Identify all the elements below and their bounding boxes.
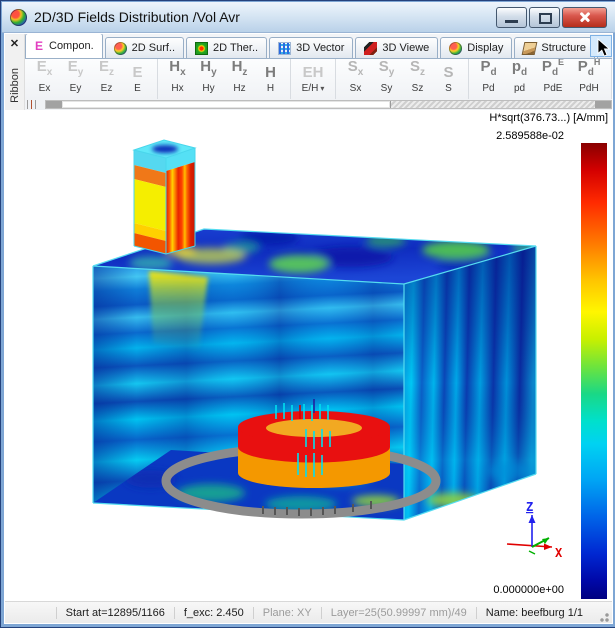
button-hz[interactable]: HzHz xyxy=(224,60,255,98)
minimize-button[interactable] xyxy=(496,7,527,28)
box-right-face xyxy=(404,246,536,520)
tab-structure[interactable]: Structure xyxy=(514,37,595,58)
app-window: 2D/3D Fields Distribution /Vol Avr ✕ Rib… xyxy=(0,0,615,628)
button-sx[interactable]: SxSx xyxy=(340,60,371,98)
tab-display[interactable]: Display xyxy=(440,37,512,58)
sphere-icon xyxy=(449,42,462,55)
group-h-field: HxHx HyHy HzHz HH xyxy=(158,59,291,99)
ribbon-close-button[interactable]: ✕ xyxy=(7,37,22,52)
button-ez[interactable]: EzEz xyxy=(91,60,122,98)
group-poynting: SxSx SySy SzSz SS xyxy=(336,59,469,99)
group-e-field: ExEx EyEy EzEz EE xyxy=(25,59,158,99)
axis-z-label: Z xyxy=(526,500,533,514)
status-bar: Start at=12895/1166 f_exc: 2.450 Plane: … xyxy=(5,601,612,623)
button-eh[interactable]: EHE/H xyxy=(295,60,331,98)
button-ey[interactable]: EyEy xyxy=(60,60,91,98)
button-pde[interactable]: PdEPdE xyxy=(535,60,571,98)
status-layer: Layer=25(50.99997 mm)/49 xyxy=(321,607,476,619)
ribbon-toolbar: ExEx EyEy EzEz EE HxHx HyHy HzHz HH EHE/… xyxy=(25,59,612,99)
tab-2d-thermal[interactable]: 2D Ther.. xyxy=(186,37,267,58)
ribbon-tab-bar: E Compon. 2D Surf.. 2D Ther.. 3D Vector … xyxy=(25,34,612,59)
scrollbar-track[interactable] xyxy=(45,100,612,109)
ribbon-side-label[interactable]: Ribbon xyxy=(9,68,21,103)
button-s[interactable]: SS xyxy=(433,60,464,98)
colorbar-max-value: 2.589588e-02 xyxy=(496,130,564,142)
minimize-icon xyxy=(505,20,518,23)
thermal-icon xyxy=(195,42,208,55)
colorbar-title: H*sqrt(376.73...) [A/mm] xyxy=(489,112,608,124)
status-start-at: Start at=12895/1166 xyxy=(56,607,174,619)
button-hy[interactable]: HyHy xyxy=(193,60,224,98)
scrollbar-right-cap[interactable] xyxy=(595,101,611,108)
close-button[interactable] xyxy=(562,7,607,28)
ribbon-scrollbar[interactable] xyxy=(25,99,612,110)
button-hx[interactable]: HxHx xyxy=(162,60,193,98)
eraser-icon xyxy=(522,42,538,55)
title-bar[interactable]: 2D/3D Fields Distribution /Vol Avr xyxy=(2,2,615,33)
mouse-cursor xyxy=(596,38,612,58)
group-eh-ratio: EHE/H xyxy=(291,59,336,99)
tab-3d-vector[interactable]: 3D Vector xyxy=(269,37,353,58)
scrollbar-thumb[interactable] xyxy=(62,101,391,108)
button-pdh[interactable]: PdHPdH xyxy=(571,60,607,98)
button-sz[interactable]: SzSz xyxy=(402,60,433,98)
status-plane: Plane: XY xyxy=(253,607,321,619)
status-f-exc: f_exc: 2.450 xyxy=(174,607,253,619)
button-sy[interactable]: SySy xyxy=(371,60,402,98)
button-e[interactable]: EE xyxy=(122,60,153,98)
button-h[interactable]: HH xyxy=(255,60,286,98)
maximize-icon xyxy=(539,13,552,24)
vector-grid-icon xyxy=(278,42,291,55)
axis-x-label: X xyxy=(555,546,563,560)
window-title: 2D/3D Fields Distribution /Vol Avr xyxy=(34,9,494,25)
status-name: Name: beefburg 1/1 xyxy=(476,607,592,619)
colorbar xyxy=(581,143,607,599)
group-power-density: PdPd pdpd PdEPdE PdHPdH xyxy=(469,59,612,99)
button-pd-small[interactable]: pdpd xyxy=(504,60,535,98)
pen-icon xyxy=(364,42,377,55)
signature-icon xyxy=(25,100,43,109)
axes-triad: Z X xyxy=(507,500,563,560)
field-scene: Z X xyxy=(23,111,584,599)
feed-tower xyxy=(134,140,195,254)
3d-viewport[interactable]: Z X H*sqrt(376.73...) [A/mm] 2.589588e-0… xyxy=(5,110,612,600)
scrollbar-left-cap[interactable] xyxy=(46,101,62,108)
button-pd[interactable]: PdPd xyxy=(473,60,504,98)
tab-components[interactable]: E Compon. xyxy=(25,34,103,58)
tab-2d-surface[interactable]: 2D Surf.. xyxy=(105,37,184,58)
resize-grip[interactable] xyxy=(596,609,610,623)
colorbar-min-value: 0.000000e+00 xyxy=(493,584,564,596)
button-ex[interactable]: ExEx xyxy=(29,60,60,98)
sphere-icon xyxy=(114,42,127,55)
e-letter-icon: E xyxy=(34,40,44,53)
maximize-button[interactable] xyxy=(529,7,560,28)
app-icon xyxy=(10,9,27,26)
tab-3d-viewer[interactable]: 3D Viewe xyxy=(355,37,438,58)
